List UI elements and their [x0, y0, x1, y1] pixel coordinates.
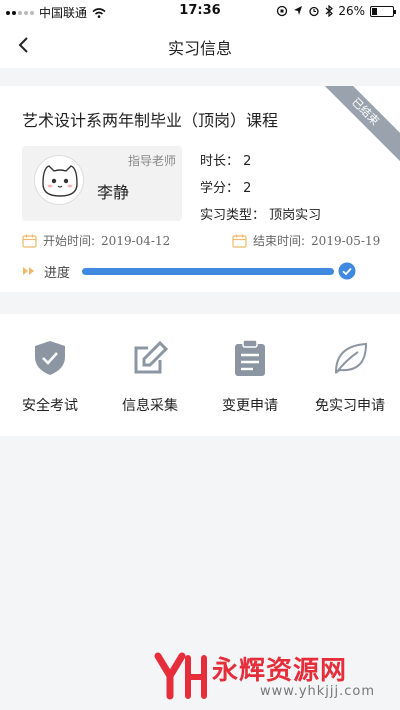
- battery-percent: 26%: [338, 4, 365, 18]
- action-label: 信息采集: [122, 398, 178, 414]
- avatar: [34, 155, 84, 205]
- start-date: 开始时间: 2019-04-12: [22, 232, 170, 249]
- action-exemption-request[interactable]: 免实习申请: [300, 314, 400, 436]
- page-title: 实习信息: [167, 39, 232, 58]
- alarm-icon: [309, 6, 319, 17]
- detail-lines: 时长： 2 学分： 2 实习类型： 顶岗实习: [200, 148, 321, 229]
- check-circle-icon: [338, 262, 356, 280]
- nav-bar: 实习信息: [0, 22, 400, 68]
- progress-fill: [82, 267, 335, 275]
- calendar-icon: [232, 234, 247, 248]
- end-date: 结束时间: 2019-05-19: [232, 232, 380, 249]
- location-icon: [294, 6, 303, 15]
- internship-card: 已结束 艺术设计系两年制毕业（顶岗）课程 指导老师 李静 时长： 2 学分： 2…: [0, 86, 400, 292]
- credits-line: 学分： 2: [200, 181, 252, 196]
- duration-line: 时长： 2: [200, 154, 252, 169]
- end-date-value: 2019-05-19: [311, 233, 381, 248]
- leaf-icon: [334, 342, 368, 374]
- course-title: 艺术设计系两年制毕业（顶岗）课程: [22, 111, 279, 130]
- cat-avatar-icon: [42, 165, 78, 197]
- progress-bar: [82, 267, 335, 275]
- edit-icon: [134, 340, 169, 374]
- action-change-request[interactable]: 变更申请: [200, 314, 300, 436]
- status-right: 26%: [276, 4, 396, 18]
- action-label: 安全考试: [22, 398, 78, 414]
- action-label: 免实习申请: [315, 398, 385, 414]
- shield-check-icon: [35, 341, 65, 375]
- watermark: 永辉资源网 www.yhkjjj.com: [150, 646, 390, 706]
- clipboard-list-icon: [235, 339, 265, 376]
- teacher-role: 指导老师: [127, 154, 176, 168]
- teacher-box: 指导老师 李静: [22, 146, 182, 221]
- bluetooth-icon: [325, 5, 334, 17]
- type-line: 实习类型： 顶岗实习: [200, 208, 322, 223]
- start-date-value: 2019-04-12: [101, 233, 171, 248]
- progress-label: 进度: [44, 265, 71, 281]
- watermark-brand: 永辉资源网: [212, 656, 348, 686]
- end-date-label: 结束时间:: [253, 234, 306, 248]
- double-arrow-icon: [23, 267, 34, 275]
- battery-level: [372, 7, 378, 15]
- calendar-icon: [22, 234, 37, 248]
- start-date-label: 开始时间:: [43, 234, 96, 248]
- orientation-lock-icon: [277, 5, 288, 17]
- status-bar: 中国联通 17:36 26%: [0, 0, 400, 22]
- action-info-collection[interactable]: 信息采集: [100, 314, 200, 436]
- action-label: 变更申请: [222, 398, 278, 414]
- battery-icon: [370, 5, 396, 17]
- teacher-name: 李静: [97, 183, 130, 202]
- watermark-logo-icon: [154, 652, 207, 700]
- action-grid: 安全考试 信息采集 变更申请 免实习申请: [0, 314, 400, 436]
- status-ribbon: 已结束: [311, 86, 400, 166]
- action-safety-exam[interactable]: 安全考试: [0, 314, 100, 436]
- watermark-url: www.yhkjjj.com: [260, 684, 376, 699]
- progress-row: 进度: [22, 261, 362, 281]
